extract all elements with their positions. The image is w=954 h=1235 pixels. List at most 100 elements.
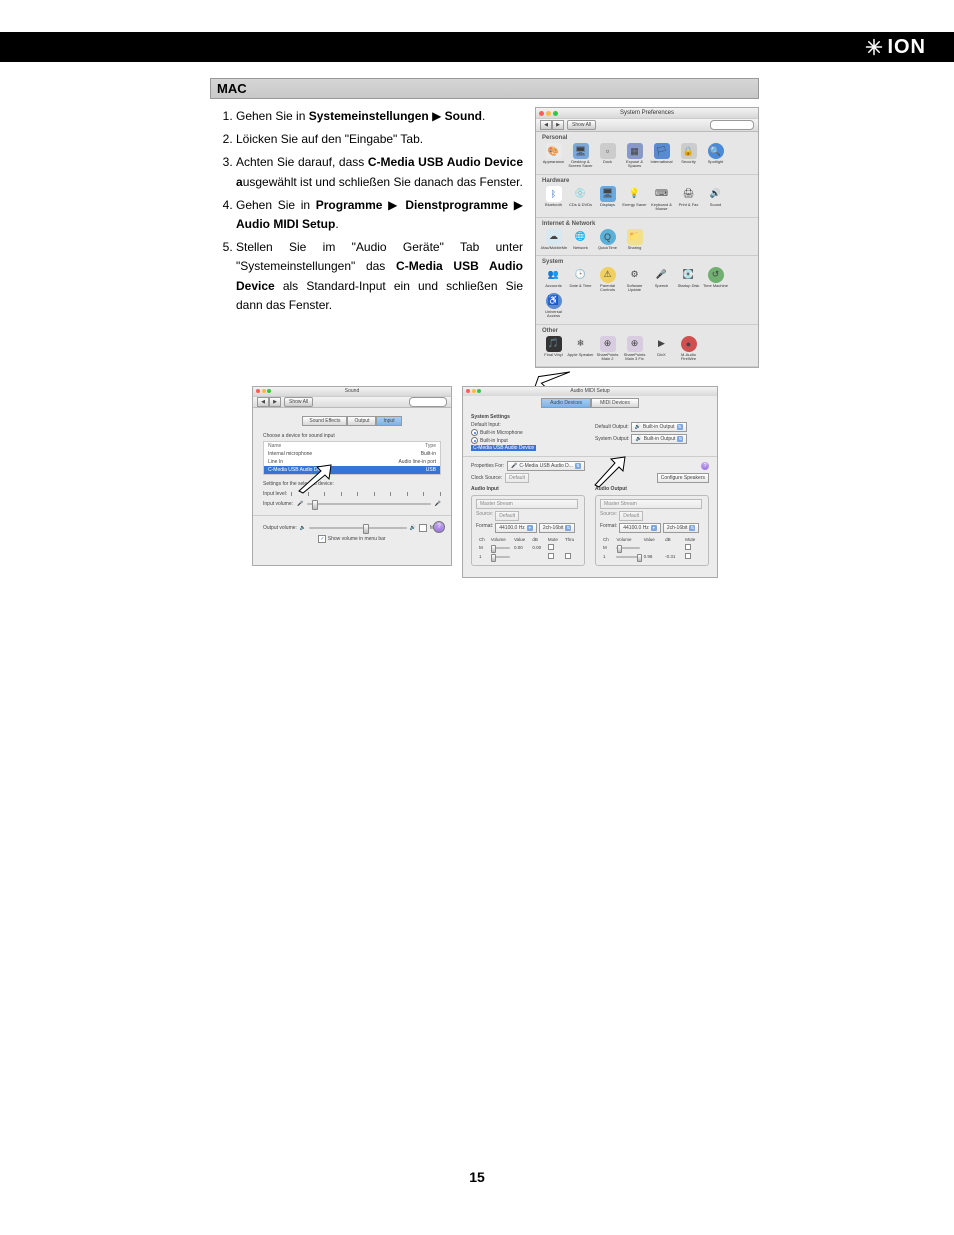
output-volume-slider[interactable] bbox=[309, 527, 407, 529]
mute-checkbox[interactable] bbox=[419, 524, 427, 532]
source-select: Default bbox=[619, 511, 643, 521]
show-all-button[interactable]: Show All bbox=[284, 397, 313, 407]
radio-cmedia[interactable]: C-Media USB Audio Device bbox=[471, 445, 585, 451]
gear-icon: ⚙ bbox=[627, 267, 643, 283]
flag-icon: 🏳 bbox=[654, 143, 670, 159]
table-row[interactable]: Line InAudio line-in port bbox=[264, 458, 440, 466]
tab-sound-effects[interactable]: Sound Effects bbox=[302, 416, 347, 426]
pref-software[interactable]: ⚙Software Update bbox=[621, 267, 648, 293]
back-button[interactable]: ◀ bbox=[540, 120, 552, 130]
pref-security[interactable]: 🔒Security bbox=[675, 143, 702, 169]
pref-finalvinyl[interactable]: 🎵Final Vinyl bbox=[540, 336, 567, 362]
output-volume-label: Output volume: bbox=[263, 525, 297, 531]
pref-appearance[interactable]: 🎨Appearance bbox=[540, 143, 567, 169]
pref-network[interactable]: 🌐Network bbox=[567, 229, 594, 250]
pref-divx[interactable]: ▶DivX bbox=[648, 336, 675, 362]
input-device-table[interactable]: NameType Internal microphoneBuilt-in Lin… bbox=[263, 441, 441, 475]
input-volume-label: Input volume: bbox=[263, 501, 293, 507]
pref-sharing[interactable]: 📁Sharing bbox=[621, 229, 648, 250]
tab-midi-devices[interactable]: MIDI Devices bbox=[591, 398, 639, 408]
mic-icon: 🎤 bbox=[654, 267, 670, 283]
pref-spotlight[interactable]: 🔍Spotlight bbox=[702, 143, 729, 169]
show-menu-checkbox[interactable]: ✓ bbox=[318, 535, 326, 543]
pref-keyboard[interactable]: ⌨Keyboard & Mouse bbox=[648, 186, 675, 212]
pref-bluetooth[interactable]: ᛒBluetooth bbox=[540, 186, 567, 212]
thru-checkbox[interactable] bbox=[565, 553, 571, 559]
folder-icon: 📁 bbox=[627, 229, 643, 245]
pref-universal[interactable]: ♿Universal Access bbox=[540, 293, 567, 319]
pref-expose[interactable]: ▦Exposé & Spaces bbox=[621, 143, 648, 169]
zoom-icon[interactable] bbox=[267, 389, 271, 393]
back-button[interactable]: ◀ bbox=[257, 397, 269, 407]
pref-speech[interactable]: 🎤Speech bbox=[648, 267, 675, 293]
default-output-select[interactable]: 🔊Built-in Output⇅ bbox=[631, 422, 687, 432]
globe-icon: 🌐 bbox=[573, 229, 589, 245]
search-input[interactable] bbox=[710, 120, 754, 130]
pref-displays[interactable]: 🖥Displays bbox=[594, 186, 621, 212]
pref-parental[interactable]: ⚠Parental Controls bbox=[594, 267, 621, 293]
pref-apple-speaker[interactable]: ❄Apple Speaker bbox=[567, 336, 594, 362]
pref-energy[interactable]: 💡Energy Saver bbox=[621, 186, 648, 212]
search-input[interactable] bbox=[409, 397, 447, 407]
forward-button[interactable]: ▶ bbox=[552, 120, 564, 130]
channel-slider[interactable] bbox=[491, 556, 510, 558]
pref-maudio[interactable]: ●M-Audio FireWire bbox=[675, 336, 702, 362]
close-icon[interactable] bbox=[256, 389, 260, 393]
tab-audio-devices[interactable]: Audio Devices bbox=[541, 398, 591, 408]
format-bits-select[interactable]: 2ch-16bit⇅ bbox=[663, 523, 700, 533]
mic-low-icon: 🎤 bbox=[297, 501, 303, 507]
pref-accounts[interactable]: 👥Accounts bbox=[540, 267, 567, 293]
system-preferences-window: System Preferences ◀▶ Show All Personal … bbox=[535, 107, 759, 368]
logo-text: ION bbox=[887, 36, 926, 59]
master-stream-select: Master Stream bbox=[600, 499, 702, 509]
radio-builtin-mic[interactable]: Built-in Microphone bbox=[471, 429, 585, 436]
table-row[interactable]: Internal microphoneBuilt-in bbox=[264, 450, 440, 458]
forward-button[interactable]: ▶ bbox=[269, 397, 281, 407]
system-output-select[interactable]: 🔊Built-in Output⇅ bbox=[631, 434, 687, 444]
pref-cds[interactable]: 💿CDs & DVDs bbox=[567, 186, 594, 212]
window-titlebar: System Preferences bbox=[536, 108, 758, 118]
pref-quicktime[interactable]: QQuickTime bbox=[594, 229, 621, 250]
format-bits-select[interactable]: 2ch-16bit⇅ bbox=[539, 523, 576, 533]
speaker-low-icon: 🔈 bbox=[300, 525, 306, 531]
window-title: System Preferences bbox=[536, 108, 758, 118]
pref-sharepoints2[interactable]: ⊕SharePoints Main 3 Fix bbox=[621, 336, 648, 362]
pref-desktop[interactable]: 🖥Desktop & Screen Saver bbox=[567, 143, 594, 169]
tab-bar: Sound Effects Output Input bbox=[253, 416, 451, 426]
channel-slider[interactable] bbox=[616, 547, 639, 549]
pref-datetime[interactable]: 🕒Date & Time bbox=[567, 267, 594, 293]
pref-sharepoints[interactable]: ⊕SharePoints Main 2 bbox=[594, 336, 621, 362]
disc-icon: 💿 bbox=[573, 186, 589, 202]
channel-slider[interactable] bbox=[616, 556, 639, 558]
minimize-icon[interactable] bbox=[472, 389, 476, 393]
tab-input[interactable]: Input bbox=[376, 416, 401, 426]
mute-checkbox[interactable] bbox=[548, 544, 554, 550]
pref-dock[interactable]: ▫Dock bbox=[594, 143, 621, 169]
properties-for-select[interactable]: 🎤C-Media USB Audio D...⇅ bbox=[507, 461, 585, 471]
mute-checkbox[interactable] bbox=[548, 553, 554, 559]
step-1: Gehen Sie in Systemeinstellungen ▶ Sound… bbox=[236, 107, 523, 126]
help-button[interactable]: ? bbox=[701, 462, 709, 470]
zoom-icon[interactable] bbox=[477, 389, 481, 393]
pref-print[interactable]: 🖨Print & Fax bbox=[675, 186, 702, 212]
mute-checkbox[interactable] bbox=[685, 544, 691, 550]
pref-dotmac[interactable]: ☁.Mac/MobileMe bbox=[540, 229, 567, 250]
table-row-selected[interactable]: C-Media USB Audio DeviceUSB bbox=[264, 466, 440, 474]
input-volume-slider[interactable] bbox=[307, 503, 431, 505]
configure-speakers-button[interactable]: Configure Speakers bbox=[657, 473, 709, 483]
pref-international[interactable]: 🏳International bbox=[648, 143, 675, 169]
radio-builtin-input[interactable]: Built-in Input bbox=[471, 437, 585, 444]
pref-startup[interactable]: 💽Startup Disk bbox=[675, 267, 702, 293]
tab-output[interactable]: Output bbox=[347, 416, 376, 426]
show-all-button[interactable]: Show All bbox=[567, 120, 596, 130]
pref-timemachine[interactable]: ↺Time Machine bbox=[702, 267, 729, 293]
bulb-icon: 💡 bbox=[627, 186, 643, 202]
format-hz-select[interactable]: 44100.0 Hz▾ bbox=[619, 523, 661, 533]
format-hz-select[interactable]: 44100.0 Hz▾ bbox=[495, 523, 537, 533]
mute-checkbox[interactable] bbox=[685, 553, 691, 559]
close-icon[interactable] bbox=[466, 389, 470, 393]
system-settings-label: System Settings bbox=[471, 414, 709, 420]
channel-slider[interactable] bbox=[491, 547, 510, 549]
minimize-icon[interactable] bbox=[262, 389, 266, 393]
pref-sound[interactable]: 🔊Sound bbox=[702, 186, 729, 212]
